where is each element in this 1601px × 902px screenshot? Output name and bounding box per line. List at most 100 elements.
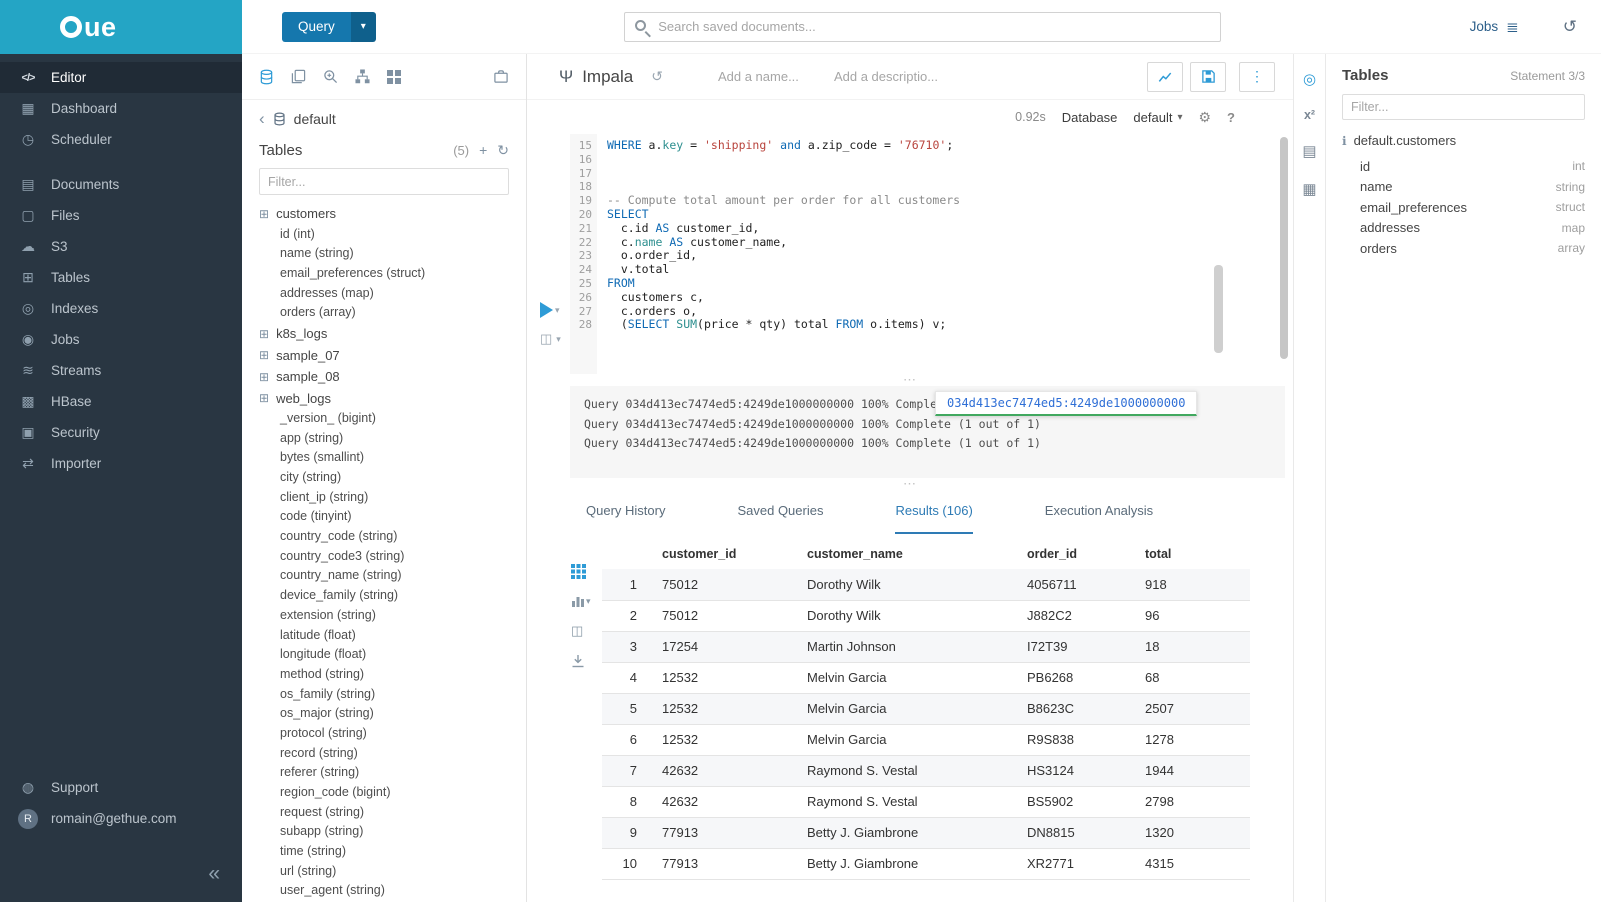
zoom-search-icon[interactable] bbox=[323, 69, 338, 84]
results-header-customer_id[interactable]: customer_id bbox=[652, 538, 797, 569]
sidebar-item-documents[interactable]: ▤Documents bbox=[0, 169, 242, 200]
editor-code[interactable]: WHERE a.key = 'shipping' and a.zip_code … bbox=[597, 134, 1293, 374]
save-button[interactable] bbox=[1190, 62, 1226, 92]
results-row[interactable]: 612532Melvin GarciaR9S8381278 bbox=[602, 724, 1250, 755]
new-query-button[interactable]: Query ▾ bbox=[282, 12, 376, 42]
assist-table[interactable]: ⊞sample_07 bbox=[259, 344, 509, 366]
assist-column[interactable]: method (string) bbox=[259, 665, 509, 685]
sidebar-item-indexes[interactable]: ◎Indexes bbox=[0, 293, 242, 324]
columns-view-icon[interactable]: ◫ bbox=[571, 623, 591, 639]
assist-table[interactable]: ⊞web_logs bbox=[259, 387, 509, 409]
schedule-icon[interactable]: ▦ bbox=[1302, 180, 1316, 198]
jobs-link[interactable]: Jobs ≣ bbox=[1470, 18, 1519, 36]
sidebar-collapse-button[interactable]: « bbox=[208, 862, 220, 886]
results-row[interactable]: 977913Betty J. GiambroneDN88151320 bbox=[602, 817, 1250, 848]
assist-column[interactable]: extension (string) bbox=[259, 606, 509, 626]
assist-table[interactable]: ⊞customers bbox=[259, 203, 509, 225]
assist-column[interactable]: subapp (string) bbox=[259, 822, 509, 842]
sidebar-item-importer[interactable]: ⇄Importer bbox=[0, 448, 242, 479]
assist-column[interactable]: referer (string) bbox=[259, 763, 509, 783]
history-icon[interactable]: ↺ bbox=[1563, 17, 1577, 37]
assist-column[interactable]: longitude (float) bbox=[259, 645, 509, 665]
assist-column[interactable]: code (tinyint) bbox=[259, 507, 509, 527]
results-row[interactable]: 175012Dorothy Wilk4056711918 bbox=[602, 569, 1250, 600]
sidebar-item-support[interactable]: ◍ Support bbox=[0, 772, 242, 803]
assist-column[interactable]: addresses (map) bbox=[259, 284, 509, 304]
query-description-input[interactable] bbox=[834, 69, 959, 84]
hue-logo[interactable]: ue bbox=[0, 0, 242, 54]
right-assist-column[interactable]: idint bbox=[1342, 156, 1585, 177]
back-chevron-icon[interactable]: ‹ bbox=[259, 109, 265, 129]
grid-view-icon[interactable] bbox=[571, 564, 591, 579]
query-id-tooltip[interactable]: 034d413ec7474ed5:4249de1000000000 bbox=[935, 391, 1197, 416]
assist-column[interactable]: _version_ (bigint) bbox=[259, 409, 509, 429]
assist-column[interactable]: country_code3 (string) bbox=[259, 547, 509, 567]
results-header-total[interactable]: total bbox=[1135, 538, 1250, 569]
info-icon[interactable]: ℹ bbox=[1342, 134, 1347, 148]
assist-column[interactable]: country_code (string) bbox=[259, 527, 509, 547]
right-assist-column[interactable]: ordersarray bbox=[1342, 238, 1585, 259]
right-assist-column[interactable]: namestring bbox=[1342, 177, 1585, 198]
add-table-icon[interactable]: + bbox=[479, 142, 487, 158]
sql-editor[interactable]: ▾ ◫ ▾ 1516171819202122232425262728 WHERE… bbox=[527, 134, 1293, 374]
functions-icon[interactable]: x² bbox=[1304, 108, 1315, 122]
assist-column[interactable]: url (string) bbox=[259, 862, 509, 882]
assist-column[interactable]: city (string) bbox=[259, 468, 509, 488]
help-icon[interactable]: ? bbox=[1227, 110, 1235, 125]
assist-column[interactable]: os_family (string) bbox=[259, 685, 509, 705]
results-row[interactable]: 412532Melvin GarciaPB626868 bbox=[602, 662, 1250, 693]
snippet-settings-icon[interactable]: ◫ ▾ bbox=[540, 331, 572, 347]
results-row[interactable]: 317254Martin JohnsonI72T3918 bbox=[602, 631, 1250, 662]
sidebar-item-jobs[interactable]: ◉Jobs bbox=[0, 324, 242, 355]
right-assist-column[interactable]: email_preferencesstruct bbox=[1342, 197, 1585, 218]
breadcrumb-database[interactable]: default bbox=[294, 111, 336, 127]
assist-column[interactable]: orders (array) bbox=[259, 303, 509, 323]
chart-view-icon[interactable]: ▾ bbox=[571, 594, 591, 608]
assist-table[interactable]: ⊞k8s_logs bbox=[259, 323, 509, 345]
sidebar-item-scheduler[interactable]: ◷Scheduler bbox=[0, 124, 242, 155]
results-header-customer_name[interactable]: customer_name bbox=[797, 538, 1017, 569]
caret-down-icon[interactable]: ▾ bbox=[351, 12, 376, 42]
resize-grip[interactable]: ⋯ bbox=[527, 478, 1293, 490]
results-row[interactable]: 1077913Betty J. GiambroneXR27714315 bbox=[602, 848, 1250, 879]
assist-column[interactable]: client_ip (string) bbox=[259, 488, 509, 508]
right-assist-filter-input[interactable] bbox=[1342, 94, 1585, 120]
results-row[interactable]: 512532Melvin GarciaB8623C2507 bbox=[602, 693, 1250, 724]
results-row[interactable]: 742632Raymond S. VestalHS31241944 bbox=[602, 755, 1250, 786]
database-sources-icon[interactable] bbox=[259, 69, 274, 85]
sidebar-item-tables[interactable]: ⊞Tables bbox=[0, 262, 242, 293]
resize-grip[interactable]: ⋯ bbox=[527, 374, 1293, 386]
assist-column[interactable]: latitude (float) bbox=[259, 626, 509, 646]
sidebar-item-files[interactable]: ▢Files bbox=[0, 200, 242, 231]
assist-column[interactable]: id (int) bbox=[259, 225, 509, 245]
query-history-icon[interactable]: ↺ bbox=[651, 68, 663, 85]
assist-column[interactable]: email_preferences (struct) bbox=[259, 264, 509, 284]
quick-query-icon[interactable]: ◎ bbox=[1303, 70, 1316, 88]
briefcase-icon[interactable] bbox=[493, 69, 509, 84]
tab-results-106-[interactable]: Results (106) bbox=[895, 503, 972, 534]
tab-saved-queries[interactable]: Saved Queries bbox=[737, 503, 823, 534]
language-reference-icon[interactable]: ▤ bbox=[1302, 142, 1316, 160]
assist-table[interactable]: ⊞sample_08 bbox=[259, 366, 509, 388]
assist-column[interactable]: user_agent (string) bbox=[259, 881, 509, 901]
sidebar-item-hbase[interactable]: ▩HBase bbox=[0, 386, 242, 417]
search-input[interactable] bbox=[624, 12, 1221, 42]
apps-grid-icon[interactable] bbox=[387, 70, 401, 84]
documents-copy-icon[interactable] bbox=[291, 69, 306, 84]
run-query-button[interactable] bbox=[540, 302, 553, 318]
tab-execution-analysis[interactable]: Execution Analysis bbox=[1045, 503, 1153, 534]
assist-column[interactable]: protocol (string) bbox=[259, 724, 509, 744]
query-name-input[interactable] bbox=[718, 69, 818, 84]
assist-column[interactable]: record (string) bbox=[259, 744, 509, 764]
assist-column[interactable]: os_major (string) bbox=[259, 704, 509, 724]
assist-filter-input[interactable] bbox=[259, 168, 509, 195]
assist-column[interactable]: name (string) bbox=[259, 244, 509, 264]
run-options-caret-icon[interactable]: ▾ bbox=[555, 305, 560, 316]
database-select[interactable]: default ▾ bbox=[1133, 110, 1182, 125]
results-row[interactable]: 842632Raymond S. VestalBS59022798 bbox=[602, 786, 1250, 817]
main-scrollbar-thumb[interactable] bbox=[1280, 137, 1288, 359]
sidebar-item-dashboard[interactable]: ▦Dashboard bbox=[0, 93, 242, 124]
assist-column[interactable]: request (string) bbox=[259, 803, 509, 823]
right-assist-column[interactable]: addressesmap bbox=[1342, 218, 1585, 239]
results-header-order_id[interactable]: order_id bbox=[1017, 538, 1135, 569]
